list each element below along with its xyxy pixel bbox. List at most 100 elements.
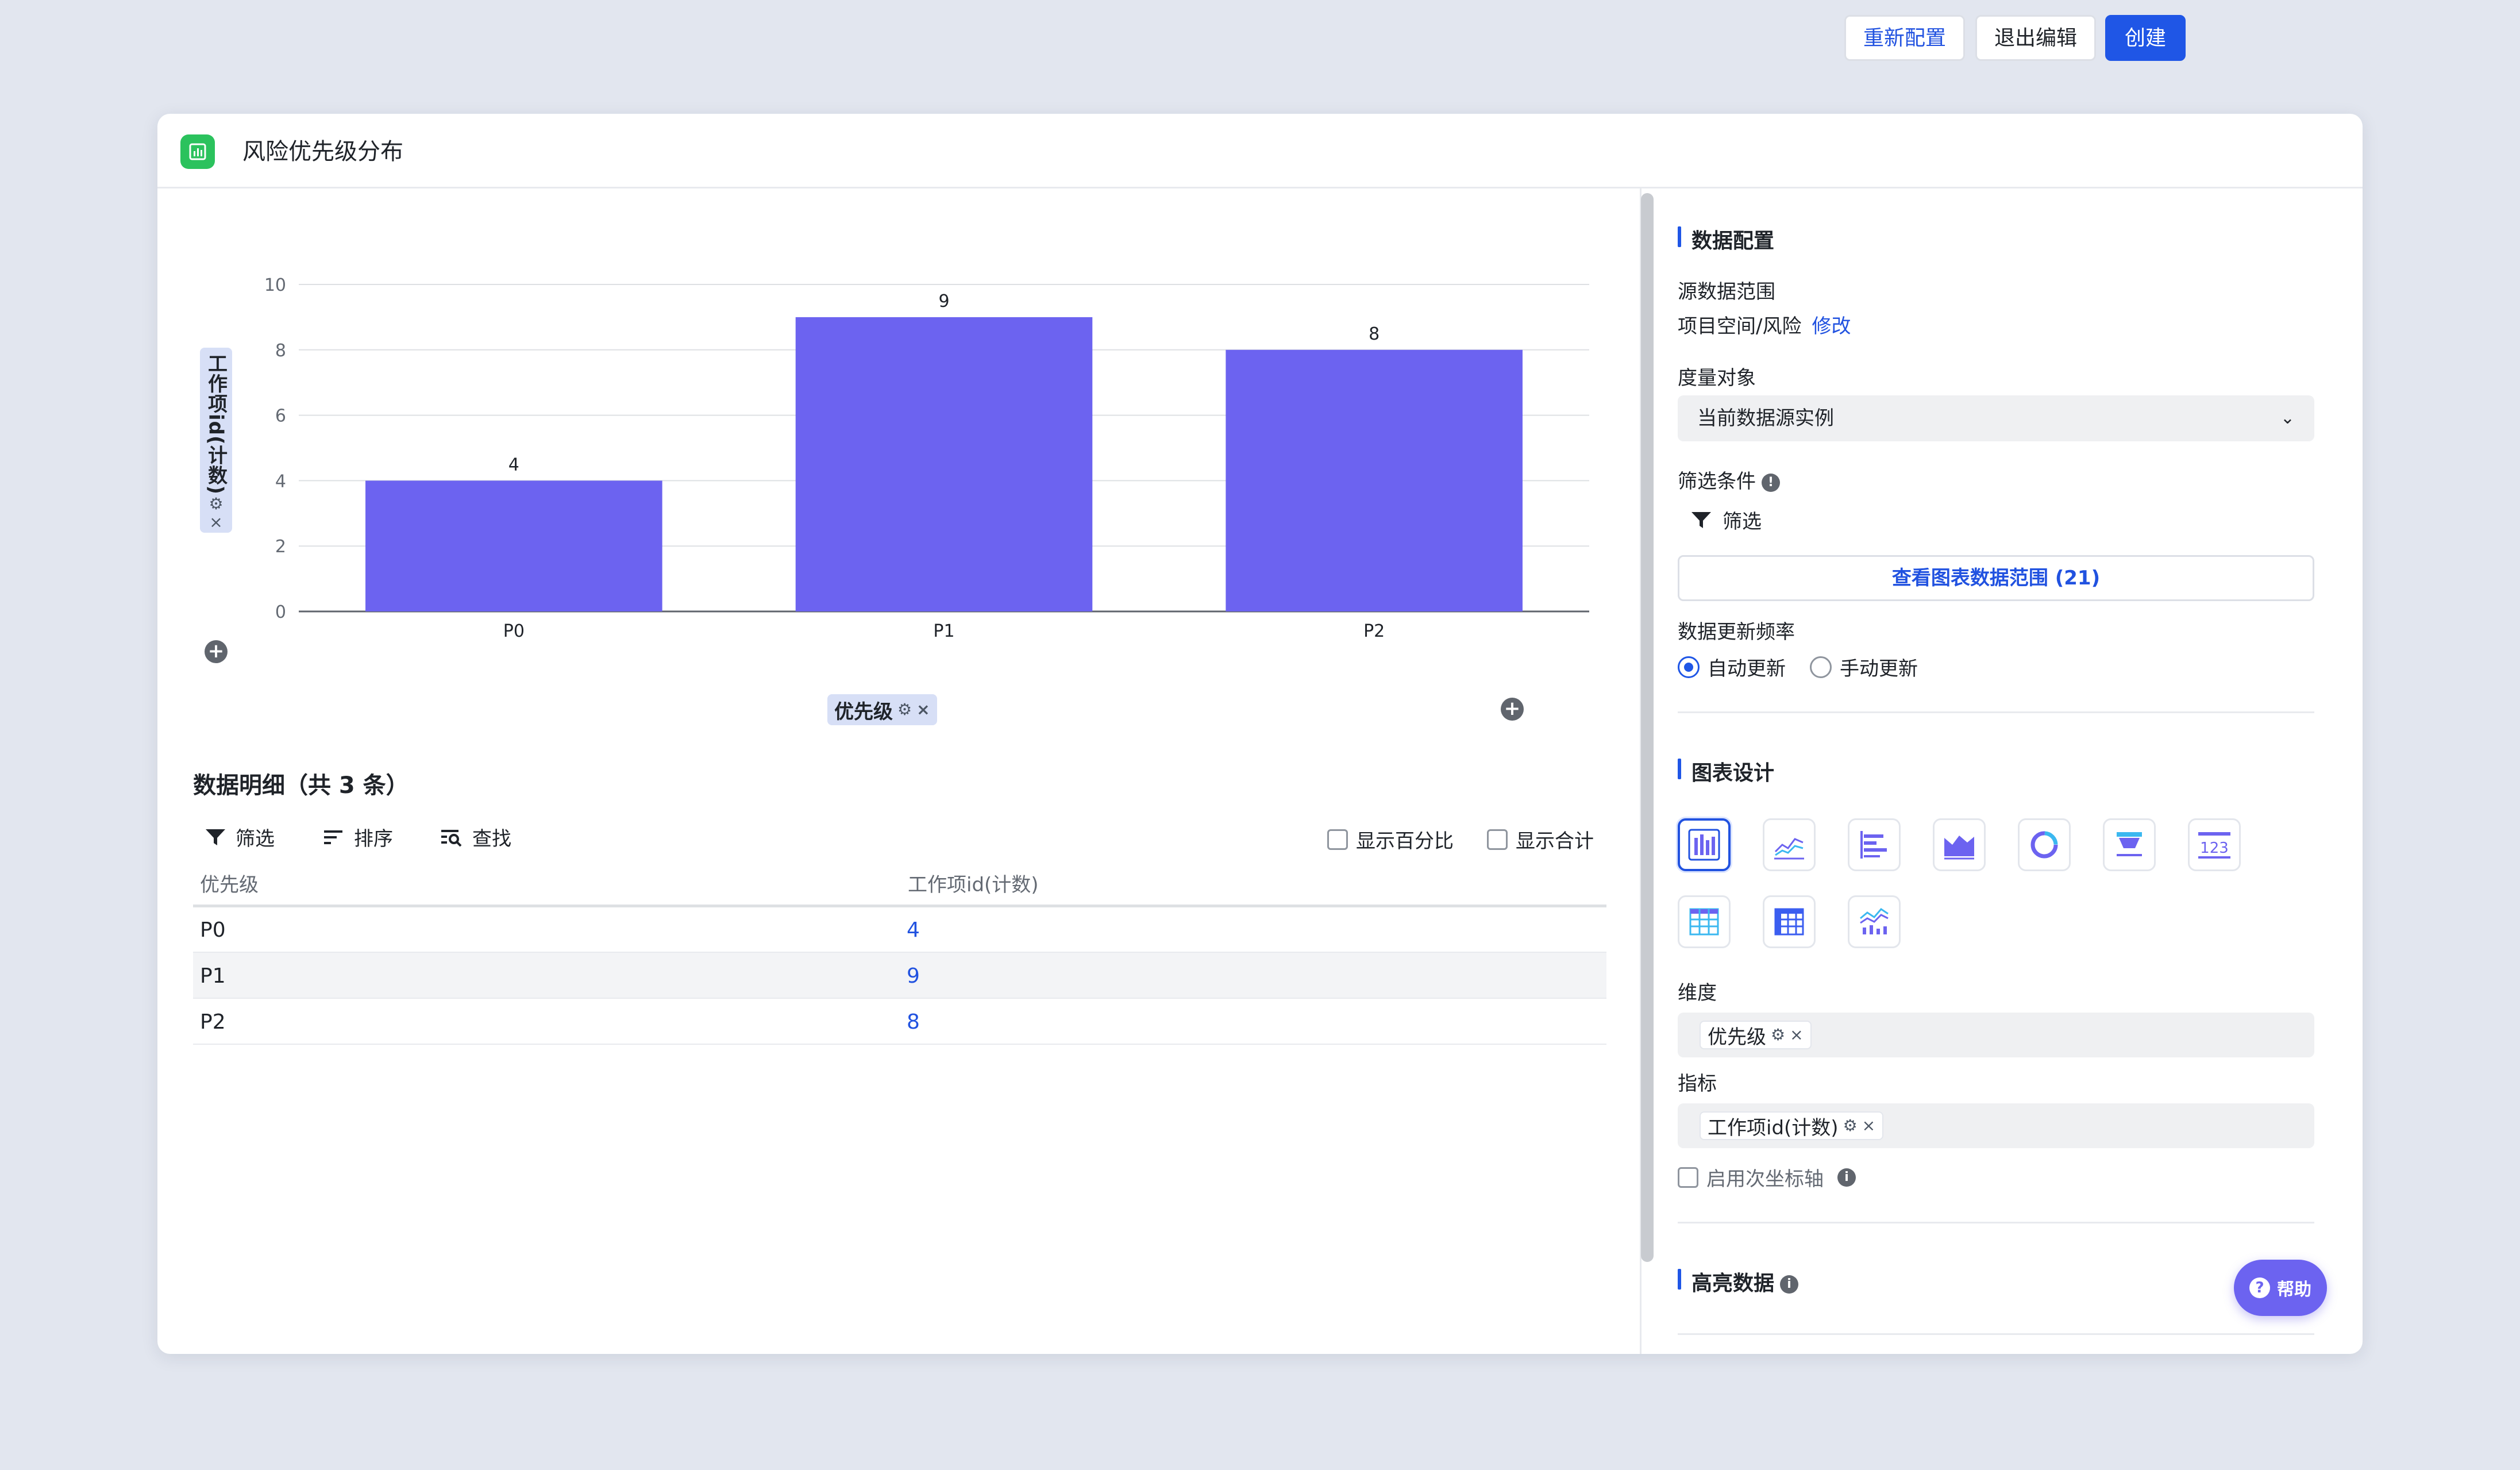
- info-icon[interactable]: i: [1780, 1275, 1799, 1294]
- exit-edit-button[interactable]: 退出编辑: [1975, 15, 2096, 61]
- measure-object-value: 当前数据源实例: [1697, 407, 1834, 430]
- section-divider: [1678, 711, 2314, 713]
- column-header-count[interactable]: 工作项id(计数): [908, 869, 1039, 897]
- dimension-label: 维度: [1678, 982, 1717, 1005]
- source-range-label: 源数据范围: [1678, 280, 1775, 303]
- gear-icon[interactable]: ⚙: [1843, 1117, 1858, 1135]
- measure-object-label: 度量对象: [1678, 367, 1756, 390]
- column-header-priority[interactable]: 优先级: [200, 869, 259, 897]
- funnel-chart-icon: [2117, 832, 2142, 856]
- question-icon: ?: [2249, 1277, 2270, 1298]
- donut-chart-icon: [2030, 831, 2058, 859]
- metric-chip[interactable]: 工作项id(计数) ⚙ ×: [1700, 1111, 1884, 1140]
- table-row[interactable]: P1 9: [193, 953, 1606, 999]
- gear-icon[interactable]: ⚙: [209, 495, 223, 513]
- find-icon: [441, 829, 462, 846]
- x-axis-field-tag[interactable]: 优先级 ⚙ ×: [827, 694, 937, 725]
- table-cell-priority: P2: [200, 1010, 226, 1034]
- info-icon[interactable]: !: [1762, 473, 1780, 492]
- section-divider: [1678, 1222, 2314, 1223]
- filter-icon: [1691, 511, 1711, 528]
- auto-update-option[interactable]: 自动更新: [1678, 653, 1786, 681]
- modify-link[interactable]: 修改: [1812, 315, 1851, 338]
- metric-label: 指标: [1678, 1072, 1717, 1095]
- table-cell-count[interactable]: 4: [907, 918, 920, 942]
- bar-chart-icon: [1688, 829, 1720, 861]
- close-icon[interactable]: ×: [916, 701, 930, 719]
- info-icon[interactable]: i: [1837, 1168, 1856, 1187]
- show-total-option[interactable]: 显示合计: [1487, 825, 1594, 853]
- filter-condition-row: 筛选条件!: [1678, 465, 1780, 494]
- secondary-axis-checkbox[interactable]: [1678, 1167, 1698, 1188]
- left-panel-scrollbar[interactable]: [1641, 193, 1654, 1262]
- filter-condition-label: 筛选条件: [1678, 470, 1756, 493]
- secondary-axis-option[interactable]: 启用次坐标轴 i: [1678, 1163, 1856, 1191]
- table-cell-count[interactable]: 9: [907, 964, 920, 988]
- dimension-field-box[interactable]: 优先级 ⚙ ×: [1678, 1013, 2314, 1057]
- y-axis-field-tag[interactable]: 工作项id(计数) ⚙ ×: [200, 348, 232, 533]
- table-type-button[interactable]: [1678, 895, 1731, 948]
- auto-update-radio[interactable]: [1678, 656, 1700, 678]
- help-button[interactable]: ? 帮助: [2234, 1260, 2327, 1316]
- dimension-chip[interactable]: 优先级 ⚙ ×: [1700, 1021, 1812, 1049]
- highlight-section-title: 高亮数据: [1691, 1272, 1775, 1295]
- number-card-type-button[interactable]: 123: [2188, 818, 2241, 871]
- create-button[interactable]: 创建: [2105, 15, 2186, 61]
- pivot-table-type-button[interactable]: [1763, 895, 1816, 948]
- section-divider: [1678, 1333, 2314, 1335]
- line-chart-type-button[interactable]: [1763, 818, 1816, 871]
- close-icon[interactable]: ×: [1862, 1117, 1875, 1135]
- close-icon[interactable]: ×: [1790, 1026, 1803, 1044]
- view-chart-data-range-button[interactable]: 查看图表数据范围 (21): [1678, 555, 2314, 601]
- x-axis-label: 优先级: [834, 700, 893, 724]
- table-cell-priority: P0: [200, 918, 226, 942]
- combo-chart-icon: [1860, 908, 1889, 934]
- number-card-icon: 123: [2198, 832, 2230, 859]
- donut-chart-type-button[interactable]: [2018, 818, 2071, 871]
- chart-design-section-title: 图表设计: [1678, 756, 1774, 786]
- show-total-checkbox[interactable]: [1487, 829, 1508, 850]
- chevron-down-icon: ⌄: [2280, 408, 2295, 428]
- area-chart-icon: [1944, 836, 1974, 860]
- chart-editor-window: 风险优先级分布: [157, 114, 2363, 1354]
- sort-icon: [324, 830, 342, 844]
- gear-icon[interactable]: ⚙: [1771, 1026, 1785, 1044]
- details-sort-button[interactable]: 排序: [323, 823, 393, 851]
- metric-field-box[interactable]: 工作项id(计数) ⚙ ×: [1678, 1103, 2314, 1148]
- page-title: 风险优先级分布: [242, 138, 403, 165]
- pivot-table-icon: [1774, 908, 1804, 936]
- source-range-row: 项目空间/风险 修改: [1678, 310, 1851, 338]
- gear-icon[interactable]: ⚙: [897, 701, 912, 719]
- bar-chart-type-button[interactable]: [1678, 818, 1731, 871]
- data-config-section-title: 数据配置: [1678, 224, 1774, 254]
- area-chart-type-button[interactable]: [1933, 818, 1986, 871]
- add-x-field-icon[interactable]: +: [1501, 698, 1524, 721]
- details-filter-button[interactable]: 筛选: [205, 823, 275, 851]
- filter-icon: [206, 829, 225, 845]
- close-icon[interactable]: ×: [209, 513, 222, 532]
- manual-update-radio[interactable]: [1810, 656, 1832, 678]
- svg-text:123: 123: [2200, 840, 2229, 857]
- table-row[interactable]: P0 4: [193, 907, 1606, 953]
- table-row[interactable]: P2 8: [193, 999, 1606, 1045]
- show-percent-checkbox[interactable]: [1327, 829, 1348, 850]
- funnel-chart-type-button[interactable]: [2103, 818, 2156, 871]
- table-cell-count[interactable]: 8: [907, 1010, 920, 1034]
- table-cell-priority: P1: [200, 964, 226, 988]
- details-title: 数据明细（共 3 条）: [193, 772, 409, 799]
- add-y-field-icon[interactable]: +: [205, 640, 228, 663]
- config-filter-button[interactable]: 筛选: [1690, 506, 1762, 534]
- update-frequency-label: 数据更新频率: [1678, 621, 1795, 644]
- measure-object-select[interactable]: 当前数据源实例 ⌄: [1678, 395, 2314, 441]
- table-icon: [1689, 908, 1719, 936]
- horizontal-bar-type-button[interactable]: [1848, 818, 1901, 871]
- combo-chart-type-button[interactable]: [1848, 895, 1901, 948]
- manual-update-option[interactable]: 手动更新: [1810, 653, 1918, 681]
- details-find-button[interactable]: 查找: [440, 823, 511, 851]
- chart-app-icon: [180, 134, 215, 169]
- y-axis-label: 工作项id(计数): [204, 353, 228, 495]
- editor-header: 风险优先级分布: [157, 114, 2363, 188]
- show-percent-option[interactable]: 显示百分比: [1327, 825, 1454, 853]
- reconfigure-button[interactable]: 重新配置: [1844, 15, 1965, 61]
- highlight-section-row: 高亮数据 i: [1678, 1267, 1799, 1296]
